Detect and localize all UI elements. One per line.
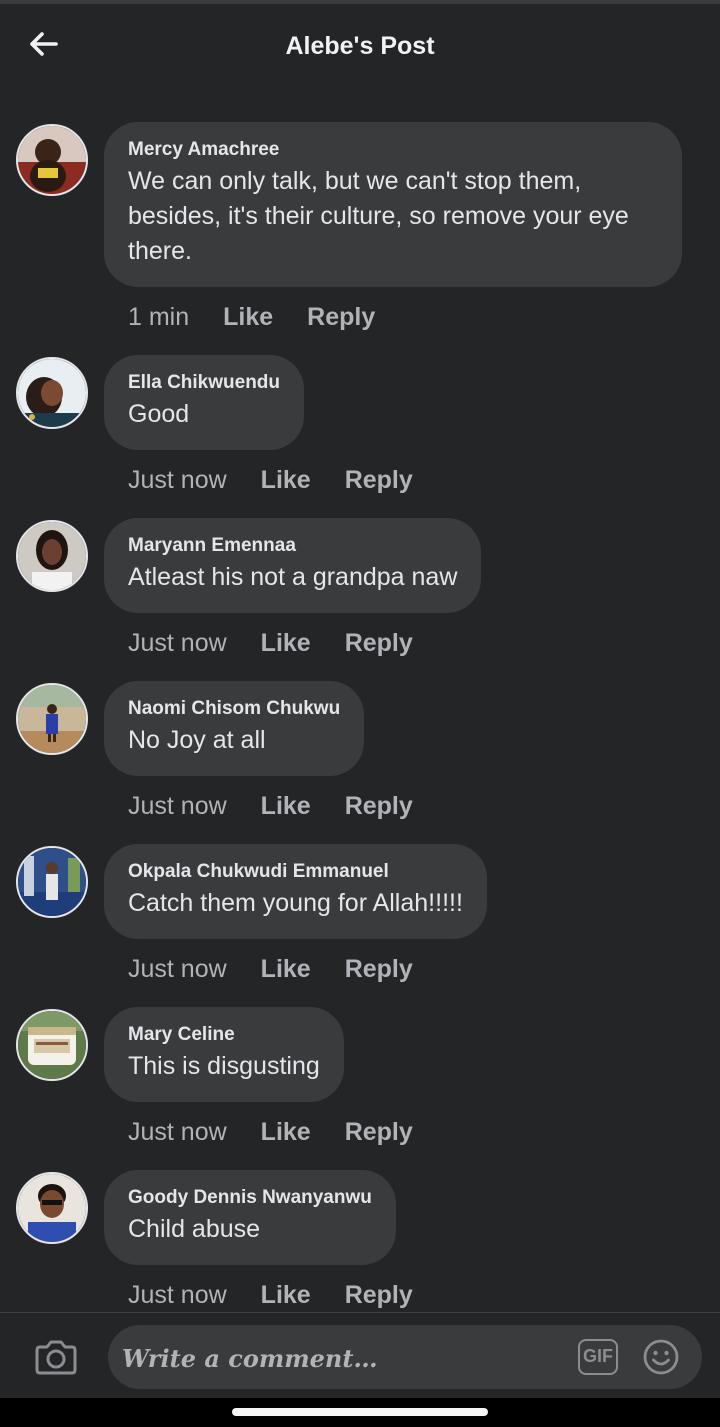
comment-author[interactable]: Mary Celine xyxy=(128,1023,320,1047)
comment-timestamp: Just now xyxy=(128,628,227,657)
reply-button[interactable]: Reply xyxy=(345,1281,413,1310)
reply-button[interactable]: Reply xyxy=(345,629,413,658)
comment-author[interactable]: Ella Chikwuendu xyxy=(128,371,280,395)
post-comments-screen: Alebe's Post Mercy Amachree We can only … xyxy=(0,0,720,1427)
comment-item: Maryann Emennaa Atleast his not a grandp… xyxy=(0,518,720,673)
avatar[interactable] xyxy=(16,124,88,196)
reply-button[interactable]: Reply xyxy=(345,1118,413,1147)
comment-actions: Just now Like Reply xyxy=(128,450,720,510)
avatar[interactable] xyxy=(16,1172,88,1244)
gesture-bar xyxy=(0,1398,720,1427)
comment-item: Mercy Amachree We can only talk, but we … xyxy=(0,122,720,347)
reply-button[interactable]: Reply xyxy=(307,303,375,332)
comment-text: No Joy at all xyxy=(128,726,266,754)
smiley-icon xyxy=(643,1339,679,1375)
avatar[interactable] xyxy=(16,357,88,429)
comment-text: Child abuse xyxy=(128,1215,261,1243)
comment-item: Goody Dennis Nwanyanwu Child abuse Just … xyxy=(0,1170,720,1325)
comment-text: Catch them young for Allah!!!!! xyxy=(128,889,463,917)
like-button[interactable]: Like xyxy=(261,955,311,984)
comment-bubble[interactable]: Mary Celine This is disgusting xyxy=(104,1007,344,1102)
comment-actions: 1 min Like Reply xyxy=(128,287,720,347)
like-button[interactable]: Like xyxy=(261,1281,311,1310)
comment-timestamp: Just now xyxy=(128,791,227,820)
avatar-photo xyxy=(18,685,86,753)
comment-composer: GIF xyxy=(0,1312,720,1399)
camera-icon xyxy=(35,1340,77,1375)
avatar-photo xyxy=(18,126,86,194)
comment-item: Ella Chikwuendu Good Just now Like Reply xyxy=(0,355,720,510)
like-button[interactable]: Like xyxy=(261,466,311,495)
comment-input-container: GIF xyxy=(108,1325,702,1391)
comment-input[interactable] xyxy=(120,1325,574,1391)
comment-bubble[interactable]: Okpala Chukwudi Emmanuel Catch them youn… xyxy=(104,844,487,939)
like-button[interactable]: Like xyxy=(261,629,311,658)
like-button[interactable]: Like xyxy=(261,792,311,821)
avatar[interactable] xyxy=(16,520,88,592)
comment-bubble[interactable]: Naomi Chisom Chukwu No Joy at all xyxy=(104,681,365,776)
avatar-photo xyxy=(18,1174,86,1242)
comment-timestamp: Just now xyxy=(128,954,227,983)
comment-timestamp: Just now xyxy=(128,1280,227,1309)
comment-timestamp: 1 min xyxy=(128,302,190,331)
comment-actions: Just now Like Reply xyxy=(128,939,720,999)
reply-button[interactable]: Reply xyxy=(345,955,413,984)
comment-list: Mercy Amachree We can only talk, but we … xyxy=(0,122,720,1325)
like-button[interactable]: Like xyxy=(223,303,273,332)
top-bar: Alebe's Post xyxy=(0,4,720,88)
comment-text: We can only talk, but we can't stop them… xyxy=(128,167,629,265)
comment-item: Naomi Chisom Chukwu No Joy at all Just n… xyxy=(0,681,720,836)
avatar-photo xyxy=(18,359,86,427)
avatar-photo xyxy=(18,522,86,590)
like-button[interactable]: Like xyxy=(261,1118,311,1147)
comment-text: Good xyxy=(128,400,190,428)
comment-bubble[interactable]: Ella Chikwuendu Good xyxy=(104,355,305,450)
comment-timestamp: Just now xyxy=(128,1117,227,1146)
comment-bubble[interactable]: Goody Dennis Nwanyanwu Child abuse xyxy=(104,1170,396,1265)
avatar[interactable] xyxy=(16,683,88,755)
comment-item: Okpala Chukwudi Emmanuel Catch them youn… xyxy=(0,844,720,999)
avatar[interactable] xyxy=(16,846,88,918)
comment-bubble[interactable]: Mercy Amachree We can only talk, but we … xyxy=(104,122,682,287)
reply-button[interactable]: Reply xyxy=(345,466,413,495)
avatar[interactable] xyxy=(16,1009,88,1081)
reply-button[interactable]: Reply xyxy=(345,792,413,821)
comment-author[interactable]: Naomi Chisom Chukwu xyxy=(128,697,340,721)
home-indicator[interactable] xyxy=(232,1408,488,1416)
comment-actions: Just now Like Reply xyxy=(128,1102,720,1162)
gif-button[interactable]: GIF xyxy=(578,1339,618,1375)
comment-author[interactable]: Mercy Amachree xyxy=(128,138,658,162)
comment-timestamp: Just now xyxy=(128,465,227,494)
comment-actions: Just now Like Reply xyxy=(128,776,720,836)
comment-text: Atleast his not a grandpa naw xyxy=(128,563,458,591)
avatar-photo xyxy=(18,848,86,916)
comment-item: Mary Celine This is disgusting Just now … xyxy=(0,1007,720,1162)
avatar-photo xyxy=(18,1011,86,1079)
comment-actions: Just now Like Reply xyxy=(128,613,720,673)
page-title: Alebe's Post xyxy=(285,32,435,60)
camera-button[interactable] xyxy=(34,1337,78,1377)
comment-author[interactable]: Goody Dennis Nwanyanwu xyxy=(128,1186,372,1210)
emoji-button[interactable] xyxy=(642,1338,680,1376)
comment-bubble[interactable]: Maryann Emennaa Atleast his not a grandp… xyxy=(104,518,482,613)
comment-author[interactable]: Maryann Emennaa xyxy=(128,534,457,558)
comment-text: This is disgusting xyxy=(128,1052,320,1080)
comment-author[interactable]: Okpala Chukwudi Emmanuel xyxy=(128,860,463,884)
